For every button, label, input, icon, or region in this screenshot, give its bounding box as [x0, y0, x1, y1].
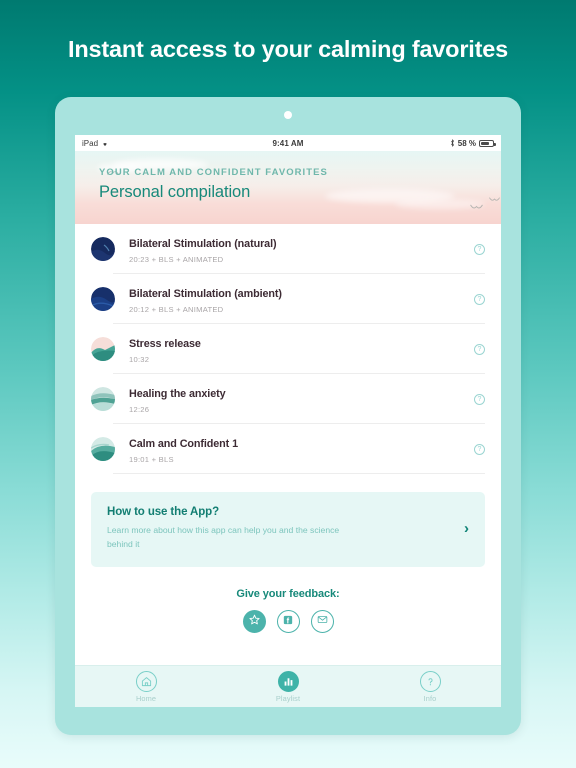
status-time: 9:41 AM	[272, 138, 304, 148]
battery-percent: 58 %	[457, 138, 476, 148]
question-circle-icon[interactable]: ?	[474, 243, 485, 255]
tab-label: Playlist	[275, 694, 301, 703]
track-title: Bilateral Stimulation (natural)	[129, 238, 277, 250]
question-circle-icon[interactable]: ?	[474, 293, 485, 305]
track-title: Calm and Confident 1	[129, 438, 238, 450]
track-meta: 10:32	[129, 355, 150, 364]
star-icon	[248, 612, 260, 630]
track-thumbnail	[91, 337, 115, 361]
track-title: Stress release	[129, 338, 201, 350]
bar-chart-icon	[277, 671, 299, 692]
track-row[interactable]: Bilateral Stimulation (natural) 20:23 + …	[75, 224, 501, 274]
camera-dot	[284, 111, 292, 119]
track-meta: 20:12 + BLS + ANIMATED	[129, 305, 224, 314]
chevron-right-icon[interactable]: ›	[464, 520, 469, 537]
card-subtitle: Learn more about how this app can help y…	[107, 525, 340, 549]
track-row[interactable]: Healing the anxiety 12:26 ?	[75, 374, 501, 424]
playlist-header: YOUR CALM AND CONFIDENT FAVORITES Person…	[75, 151, 501, 224]
tab-label: Home	[135, 694, 157, 703]
rate-star-button[interactable]	[242, 609, 266, 633]
track-meta: 20:23 + BLS + ANIMATED	[129, 255, 224, 264]
question-circle-icon[interactable]: ?	[474, 443, 485, 455]
track-row[interactable]: Stress release 10:32 ?	[75, 324, 501, 374]
facebook-icon	[283, 612, 293, 630]
track-title: Healing the anxiety	[129, 388, 226, 400]
app-screen: iPad 9:41 AM 58 % YOUR CALM AND CONFIDEN…	[75, 135, 501, 707]
track-meta: 19:01 + BLS	[129, 455, 174, 464]
track-row[interactable]: Bilateral Stimulation (ambient) 20:12 + …	[75, 274, 501, 324]
track-thumbnail	[91, 237, 115, 261]
tab-label: Info	[423, 694, 437, 703]
question-mark-icon	[419, 671, 441, 692]
facebook-button[interactable]	[276, 609, 300, 633]
playlist-title: Personal compilation	[99, 183, 251, 201]
status-bar: iPad 9:41 AM 58 %	[75, 135, 501, 151]
bottom-tab-bar: Home Playlist Info	[75, 665, 501, 707]
ipad-device-frame: iPad 9:41 AM 58 % YOUR CALM AND CONFIDEN…	[55, 97, 521, 735]
card-title: How to use the App?	[107, 506, 220, 518]
bluetooth-icon	[450, 139, 455, 147]
track-row[interactable]: Calm and Confident 1 19:01 + BLS ?	[75, 424, 501, 474]
how-to-use-card[interactable]: How to use the App? Learn more about how…	[91, 492, 485, 567]
tab-playlist[interactable]: Playlist	[217, 671, 359, 703]
track-thumbnail	[91, 437, 115, 461]
battery-icon	[479, 139, 496, 147]
home-icon	[135, 671, 157, 692]
tab-info[interactable]: Info	[359, 671, 501, 703]
feedback-section: Give your feedback:	[75, 566, 501, 633]
track-thumbnail	[91, 387, 115, 411]
track-title: Bilateral Stimulation (ambient)	[129, 288, 282, 300]
track-thumbnail	[91, 287, 115, 311]
question-circle-icon[interactable]: ?	[474, 343, 485, 355]
track-list: Bilateral Stimulation (natural) 20:23 + …	[75, 224, 501, 474]
playlist-kicker: YOUR CALM AND CONFIDENT FAVORITES	[99, 167, 328, 178]
envelope-icon	[317, 612, 328, 630]
question-circle-icon[interactable]: ?	[474, 393, 485, 405]
track-meta: 12:26	[129, 405, 150, 414]
tab-home[interactable]: Home	[75, 671, 217, 703]
email-button[interactable]	[310, 609, 334, 633]
page-title: Instant access to your calming favorites	[68, 36, 508, 62]
feedback-title: Give your feedback:	[236, 587, 340, 600]
